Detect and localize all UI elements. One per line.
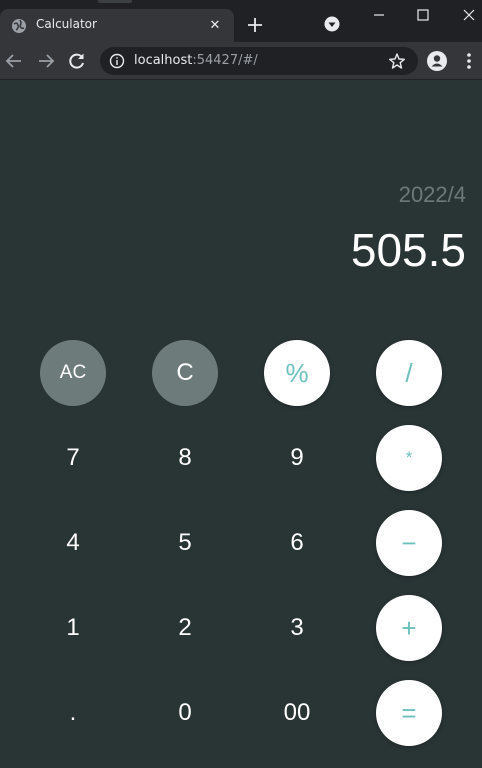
multiply-button[interactable]: * bbox=[376, 425, 442, 491]
plus-icon[interactable] bbox=[244, 14, 266, 36]
more-vert-icon[interactable] bbox=[461, 51, 477, 71]
info-icon[interactable] bbox=[109, 53, 125, 69]
digit-0-button[interactable]: 0 bbox=[152, 680, 218, 746]
result-display: 505.5 bbox=[350, 224, 466, 276]
all-clear-button[interactable]: AC bbox=[40, 340, 106, 406]
minus-button[interactable]: − bbox=[376, 510, 442, 576]
address-bar[interactable]: localhost:54427/#/ bbox=[100, 47, 418, 75]
digit-8-button[interactable]: 8 bbox=[152, 425, 218, 491]
digit-2-button[interactable]: 2 bbox=[152, 595, 218, 661]
divide-button[interactable]: / bbox=[376, 340, 442, 406]
tab-search-icon[interactable] bbox=[324, 16, 340, 32]
calculator: 2022/4 505.5 AC C % / 7 8 9 * 4 5 6 − 1 … bbox=[0, 80, 482, 768]
digit-5-button[interactable]: 5 bbox=[152, 510, 218, 576]
tabstrip-accent bbox=[98, 0, 132, 3]
decimal-point-button[interactable]: . bbox=[40, 680, 106, 746]
digit-4-button[interactable]: 4 bbox=[40, 510, 106, 576]
expression-display: 2022/4 bbox=[398, 182, 466, 207]
close-icon[interactable]: ✕ bbox=[206, 17, 224, 35]
url-text: localhost:54427/#/ bbox=[134, 53, 258, 68]
back-arrow-icon[interactable] bbox=[4, 51, 24, 71]
digit-7-button[interactable]: 7 bbox=[40, 425, 106, 491]
url-path: :54427/#/ bbox=[192, 53, 258, 68]
star-icon[interactable] bbox=[388, 52, 406, 70]
forward-arrow-icon[interactable] bbox=[36, 51, 56, 71]
tab-calculator[interactable]: Calculator ✕ bbox=[0, 9, 234, 42]
browser-tabstrip: Calculator ✕ bbox=[0, 0, 482, 42]
clear-button[interactable]: C bbox=[152, 340, 218, 406]
percent-button[interactable]: % bbox=[264, 340, 330, 406]
window-close-icon[interactable] bbox=[456, 4, 482, 26]
digit-6-button[interactable]: 6 bbox=[264, 510, 330, 576]
digit-1-button[interactable]: 1 bbox=[40, 595, 106, 661]
profile-icon[interactable] bbox=[427, 51, 447, 71]
globe-icon bbox=[12, 19, 26, 33]
plus-button[interactable]: + bbox=[376, 595, 442, 661]
url-host: localhost bbox=[134, 53, 193, 68]
minimize-icon[interactable] bbox=[366, 4, 392, 26]
digit-3-button[interactable]: 3 bbox=[264, 595, 330, 661]
maximize-icon[interactable] bbox=[410, 4, 436, 26]
browser-toolbar: localhost:54427/#/ bbox=[0, 42, 482, 80]
reload-icon[interactable] bbox=[67, 51, 87, 71]
equals-button[interactable]: = bbox=[376, 680, 442, 746]
digit-9-button[interactable]: 9 bbox=[264, 425, 330, 491]
tab-title: Calculator bbox=[36, 17, 97, 31]
double-zero-button[interactable]: 00 bbox=[264, 680, 330, 746]
